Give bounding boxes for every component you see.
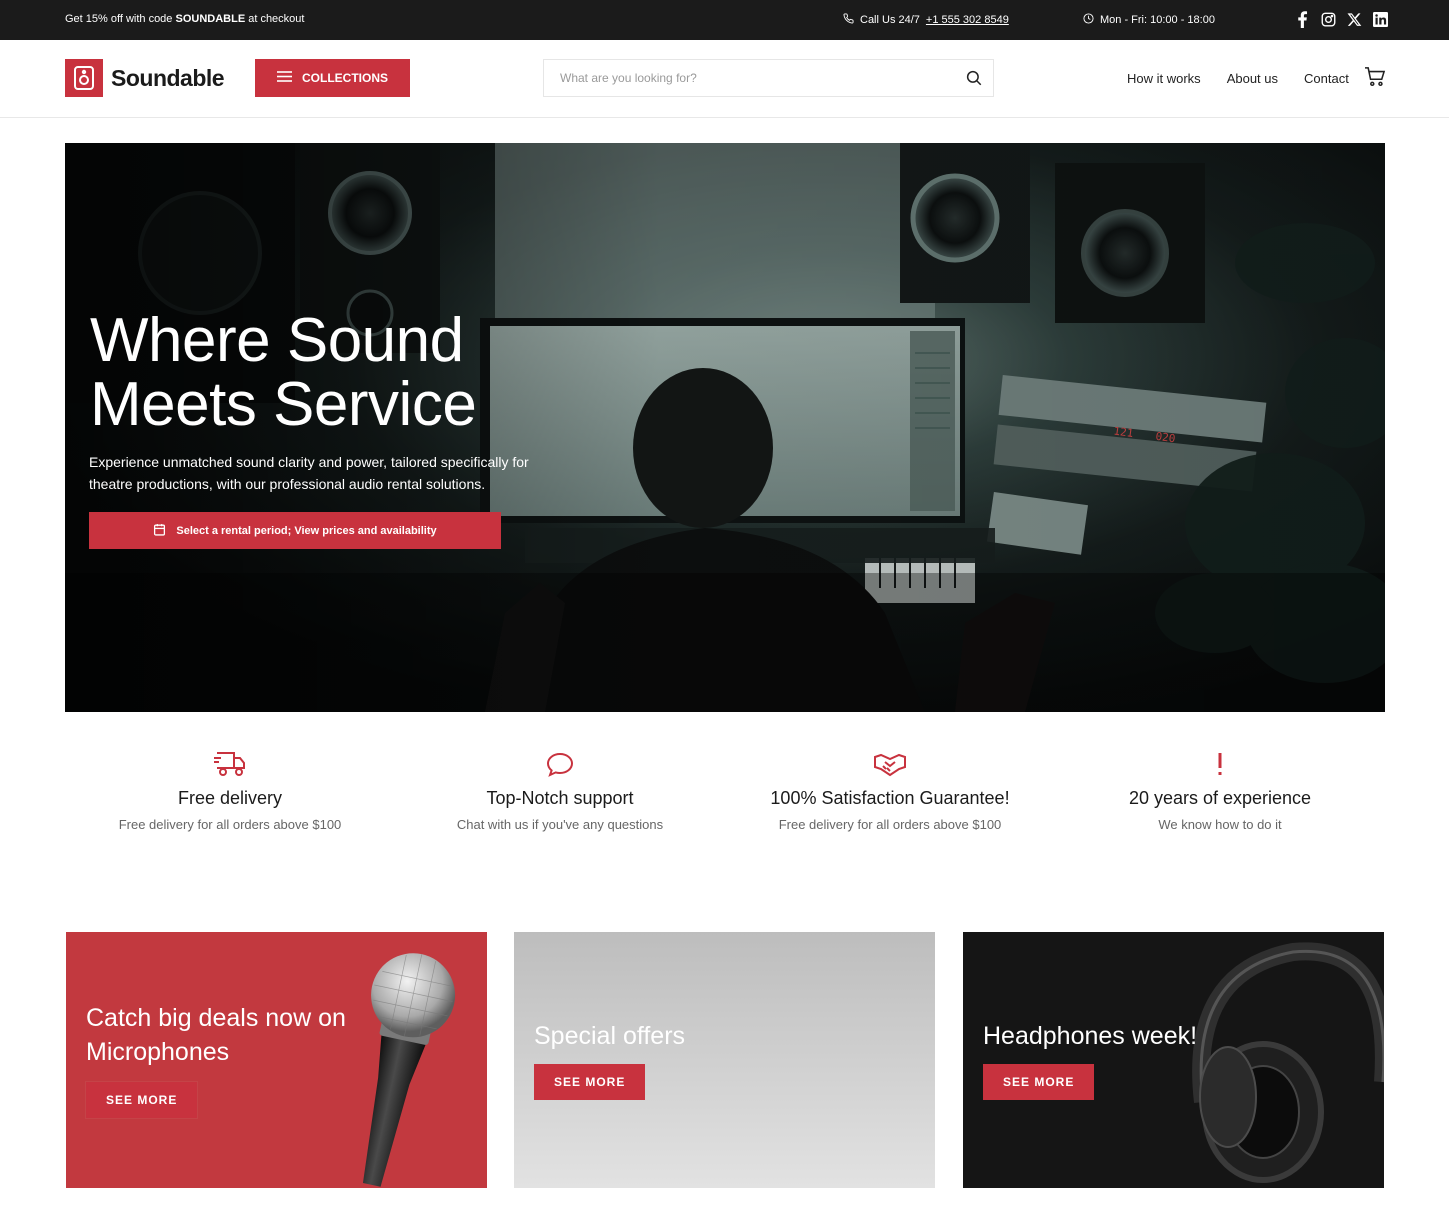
promo-text: Get 15% off with code SOUNDABLE at check… [65,13,304,25]
phone-icon [843,13,854,27]
collections-button[interactable]: COLLECTIONS [255,59,410,97]
site-header: Soundable COLLECTIONS How it works About… [0,40,1449,118]
hero-title: Where Sound Meets Service [90,309,610,437]
promo-card-headphones[interactable]: Headphones week! SEE MORE [963,932,1384,1188]
feature-desc: We know how to do it [1158,817,1282,832]
collections-label: COLLECTIONS [302,71,388,85]
instagram-icon[interactable] [1320,10,1336,28]
logo-text: Soundable [111,64,225,91]
feature-title: 20 years of experience [1128,788,1312,808]
speaker-logo-icon [65,59,103,97]
clock-icon [1083,13,1094,27]
promo-title: Catch big deals now on Microphones [86,1001,346,1069]
see-more-button[interactable]: SEE MORE [983,1064,1095,1100]
hero-subtitle: Experience unmatched sound clarity and p… [89,454,529,492]
feature-guarantee: 100% Satisfaction Guarantee! Free delive… [725,748,1055,848]
promo-title-line1: Catch big deals now on [86,1004,346,1032]
logo[interactable]: Soundable [65,59,225,97]
cart-icon[interactable] [1364,67,1386,92]
see-more-button[interactable]: SEE MORE [534,1064,646,1100]
search-bar [543,59,994,97]
promo-title-line2: Microphones [86,1038,230,1066]
nav-about-us[interactable]: About us [1227,71,1278,86]
call-label: Call Us 24/7 [860,14,920,26]
feature-title: 100% Satisfaction Guarantee! [770,788,1010,808]
hero-title-line1: Where Sound [90,306,464,375]
features-row: Free delivery Free delivery for all orde… [65,748,1385,848]
hero-title-line2: Meets Service [90,370,477,439]
handshake-icon [873,748,907,780]
promo-card-special-offers[interactable]: Special offers SEE MORE [514,932,935,1188]
x-icon[interactable] [1346,10,1362,28]
facebook-icon[interactable] [1294,10,1310,28]
feature-desc: Free delivery for all orders above $100 [778,817,1002,832]
search-icon[interactable] [955,60,993,96]
hours-text: Mon - Fri: 10:00 - 18:00 [1100,14,1215,26]
linkedin-icon[interactable] [1372,10,1388,28]
promo-code: SOUNDABLE [175,13,246,25]
promo-suffix: at checkout [245,13,305,25]
opening-hours: Mon - Fri: 10:00 - 18:00 [1083,13,1215,27]
nav-how-it-works[interactable]: How it works [1127,71,1201,86]
calendar-icon [153,523,166,539]
call-info: Call Us 24/7 +1 555 302 8549 [843,13,1009,27]
chat-icon [546,748,574,780]
feature-experience: 20 years of experience We know how to do… [1055,748,1385,848]
promo-prefix: Get 15% off with code [65,13,176,25]
feature-free-delivery: Free delivery Free delivery for all orde… [65,748,395,848]
feature-title: Free delivery [177,788,283,808]
main-nav: How it works About us Contact [1127,71,1349,86]
hamburger-icon [277,71,292,85]
promo-title: Special offers [534,1022,686,1050]
headphones-image [1192,942,1384,1183]
promo-card-microphones[interactable]: Catch big deals now on Microphones SEE M… [66,932,487,1188]
feature-desc: Free delivery for all orders above $100 [118,817,342,832]
exclamation-icon [1216,748,1224,780]
feature-support: Top-Notch support Chat with us if you've… [395,748,725,848]
social-links [1294,10,1388,28]
feature-desc: Chat with us if you've any questions [456,817,664,832]
nav-contact[interactable]: Contact [1304,71,1349,86]
rental-period-button[interactable]: Select a rental period; View prices and … [89,512,501,549]
top-bar: Get 15% off with code SOUNDABLE at check… [0,0,1449,40]
see-more-button[interactable]: SEE MORE [86,1082,198,1118]
phone-number-link[interactable]: +1 555 302 8549 [926,14,1009,26]
feature-title: Top-Notch support [486,788,634,808]
rental-period-label: Select a rental period; View prices and … [176,524,437,537]
search-input[interactable] [544,71,955,85]
truck-icon [213,748,247,780]
promo-title: Headphones week! [983,1022,1198,1050]
hero-banner: 121 020 Where Sound Meets Service [65,143,1385,712]
